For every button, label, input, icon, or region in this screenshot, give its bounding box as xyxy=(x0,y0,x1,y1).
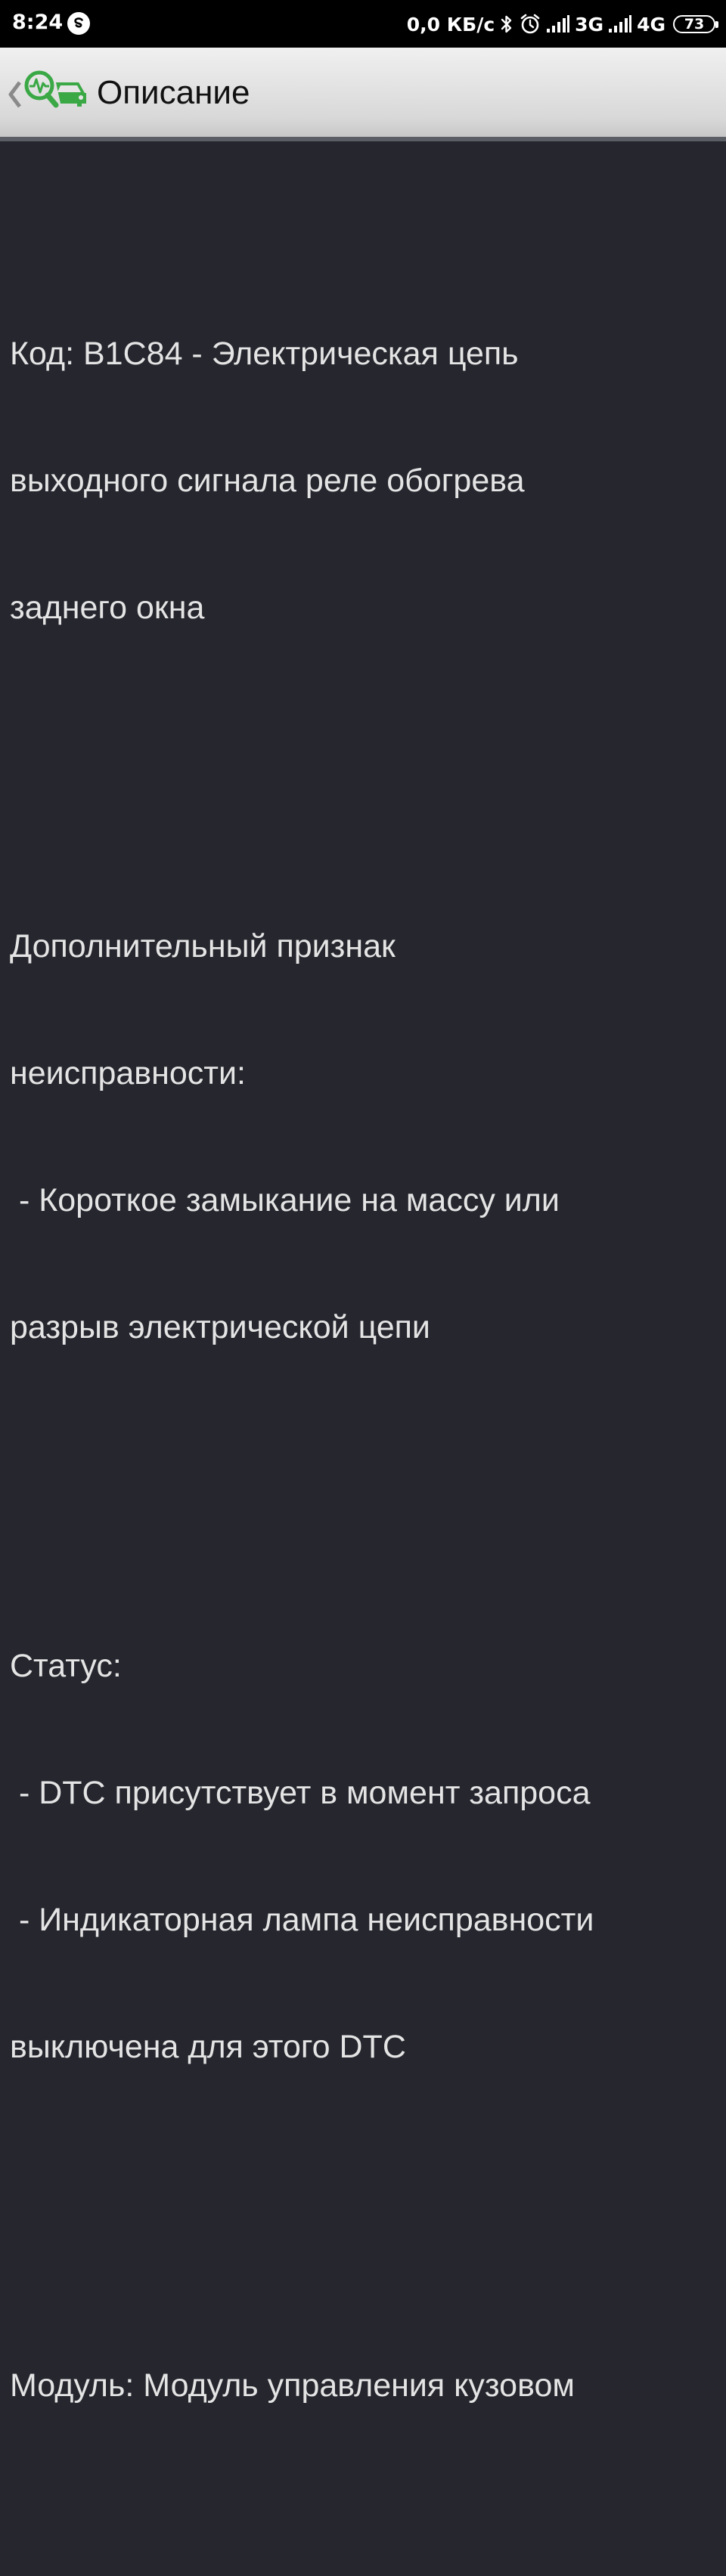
signal-icon xyxy=(547,15,570,33)
car-diagnostics-logo-icon[interactable] xyxy=(23,69,89,116)
status-line: - Индикаторная лампа неисправности xyxy=(10,1902,594,1938)
code-block: Код: B1C84 - Электрическая цепь выходног… xyxy=(10,248,713,714)
extra-sign-line: разрыв электрической цепи xyxy=(10,1309,430,1345)
status-line: - DTC присутствует в момент запроса xyxy=(10,1775,591,1811)
code-line: выходного сигнала реле обогрева xyxy=(10,463,525,499)
status-right-group: 0,0 КБ/с 3G 4G 73 xyxy=(406,11,718,38)
extra-sign-block: Дополнительный признак неисправности: - … xyxy=(10,841,713,1433)
description-content: Код: B1C84 - Электрическая цепь выходног… xyxy=(10,163,713,2576)
back-chevron-icon[interactable] xyxy=(6,79,23,110)
module-line: Модуль: Модуль управления кузовом xyxy=(10,2367,575,2404)
code-line: Код: B1C84 - Электрическая цепь xyxy=(10,336,519,372)
bluetooth-icon xyxy=(501,15,512,33)
module-block: Модуль: Модуль управления кузовом xyxy=(10,2280,713,2491)
code-line: заднего окна xyxy=(10,590,205,626)
battery-level: 73 xyxy=(684,15,705,33)
network-speed: 0,0 КБ/с xyxy=(406,13,495,36)
extra-sign-line: неисправности: xyxy=(10,1055,246,1091)
extra-sign-line: - Короткое замыкание на массу или xyxy=(10,1182,560,1218)
network-type-2: 4G xyxy=(637,13,666,36)
status-time: 8:24 xyxy=(12,11,64,34)
status-block: Статус: - DTC присутствует в момент запр… xyxy=(10,1560,713,2153)
extra-sign-line: Дополнительный признак xyxy=(10,928,396,964)
network-type-1: 3G xyxy=(575,13,604,36)
skype-icon xyxy=(67,12,90,35)
battery-icon: 73 xyxy=(673,15,718,33)
battery-cap xyxy=(715,21,718,28)
alarm-icon xyxy=(520,14,540,34)
status-line: выключена для этого DTC xyxy=(10,2029,406,2065)
status-bar: 8:24 0,0 КБ/с 3G 4G 73 xyxy=(0,0,726,48)
app-bar: Описание xyxy=(0,48,726,141)
signal-icon xyxy=(609,15,632,33)
page-title: Описание xyxy=(97,74,250,111)
status-line: Статус: xyxy=(10,1648,122,1684)
